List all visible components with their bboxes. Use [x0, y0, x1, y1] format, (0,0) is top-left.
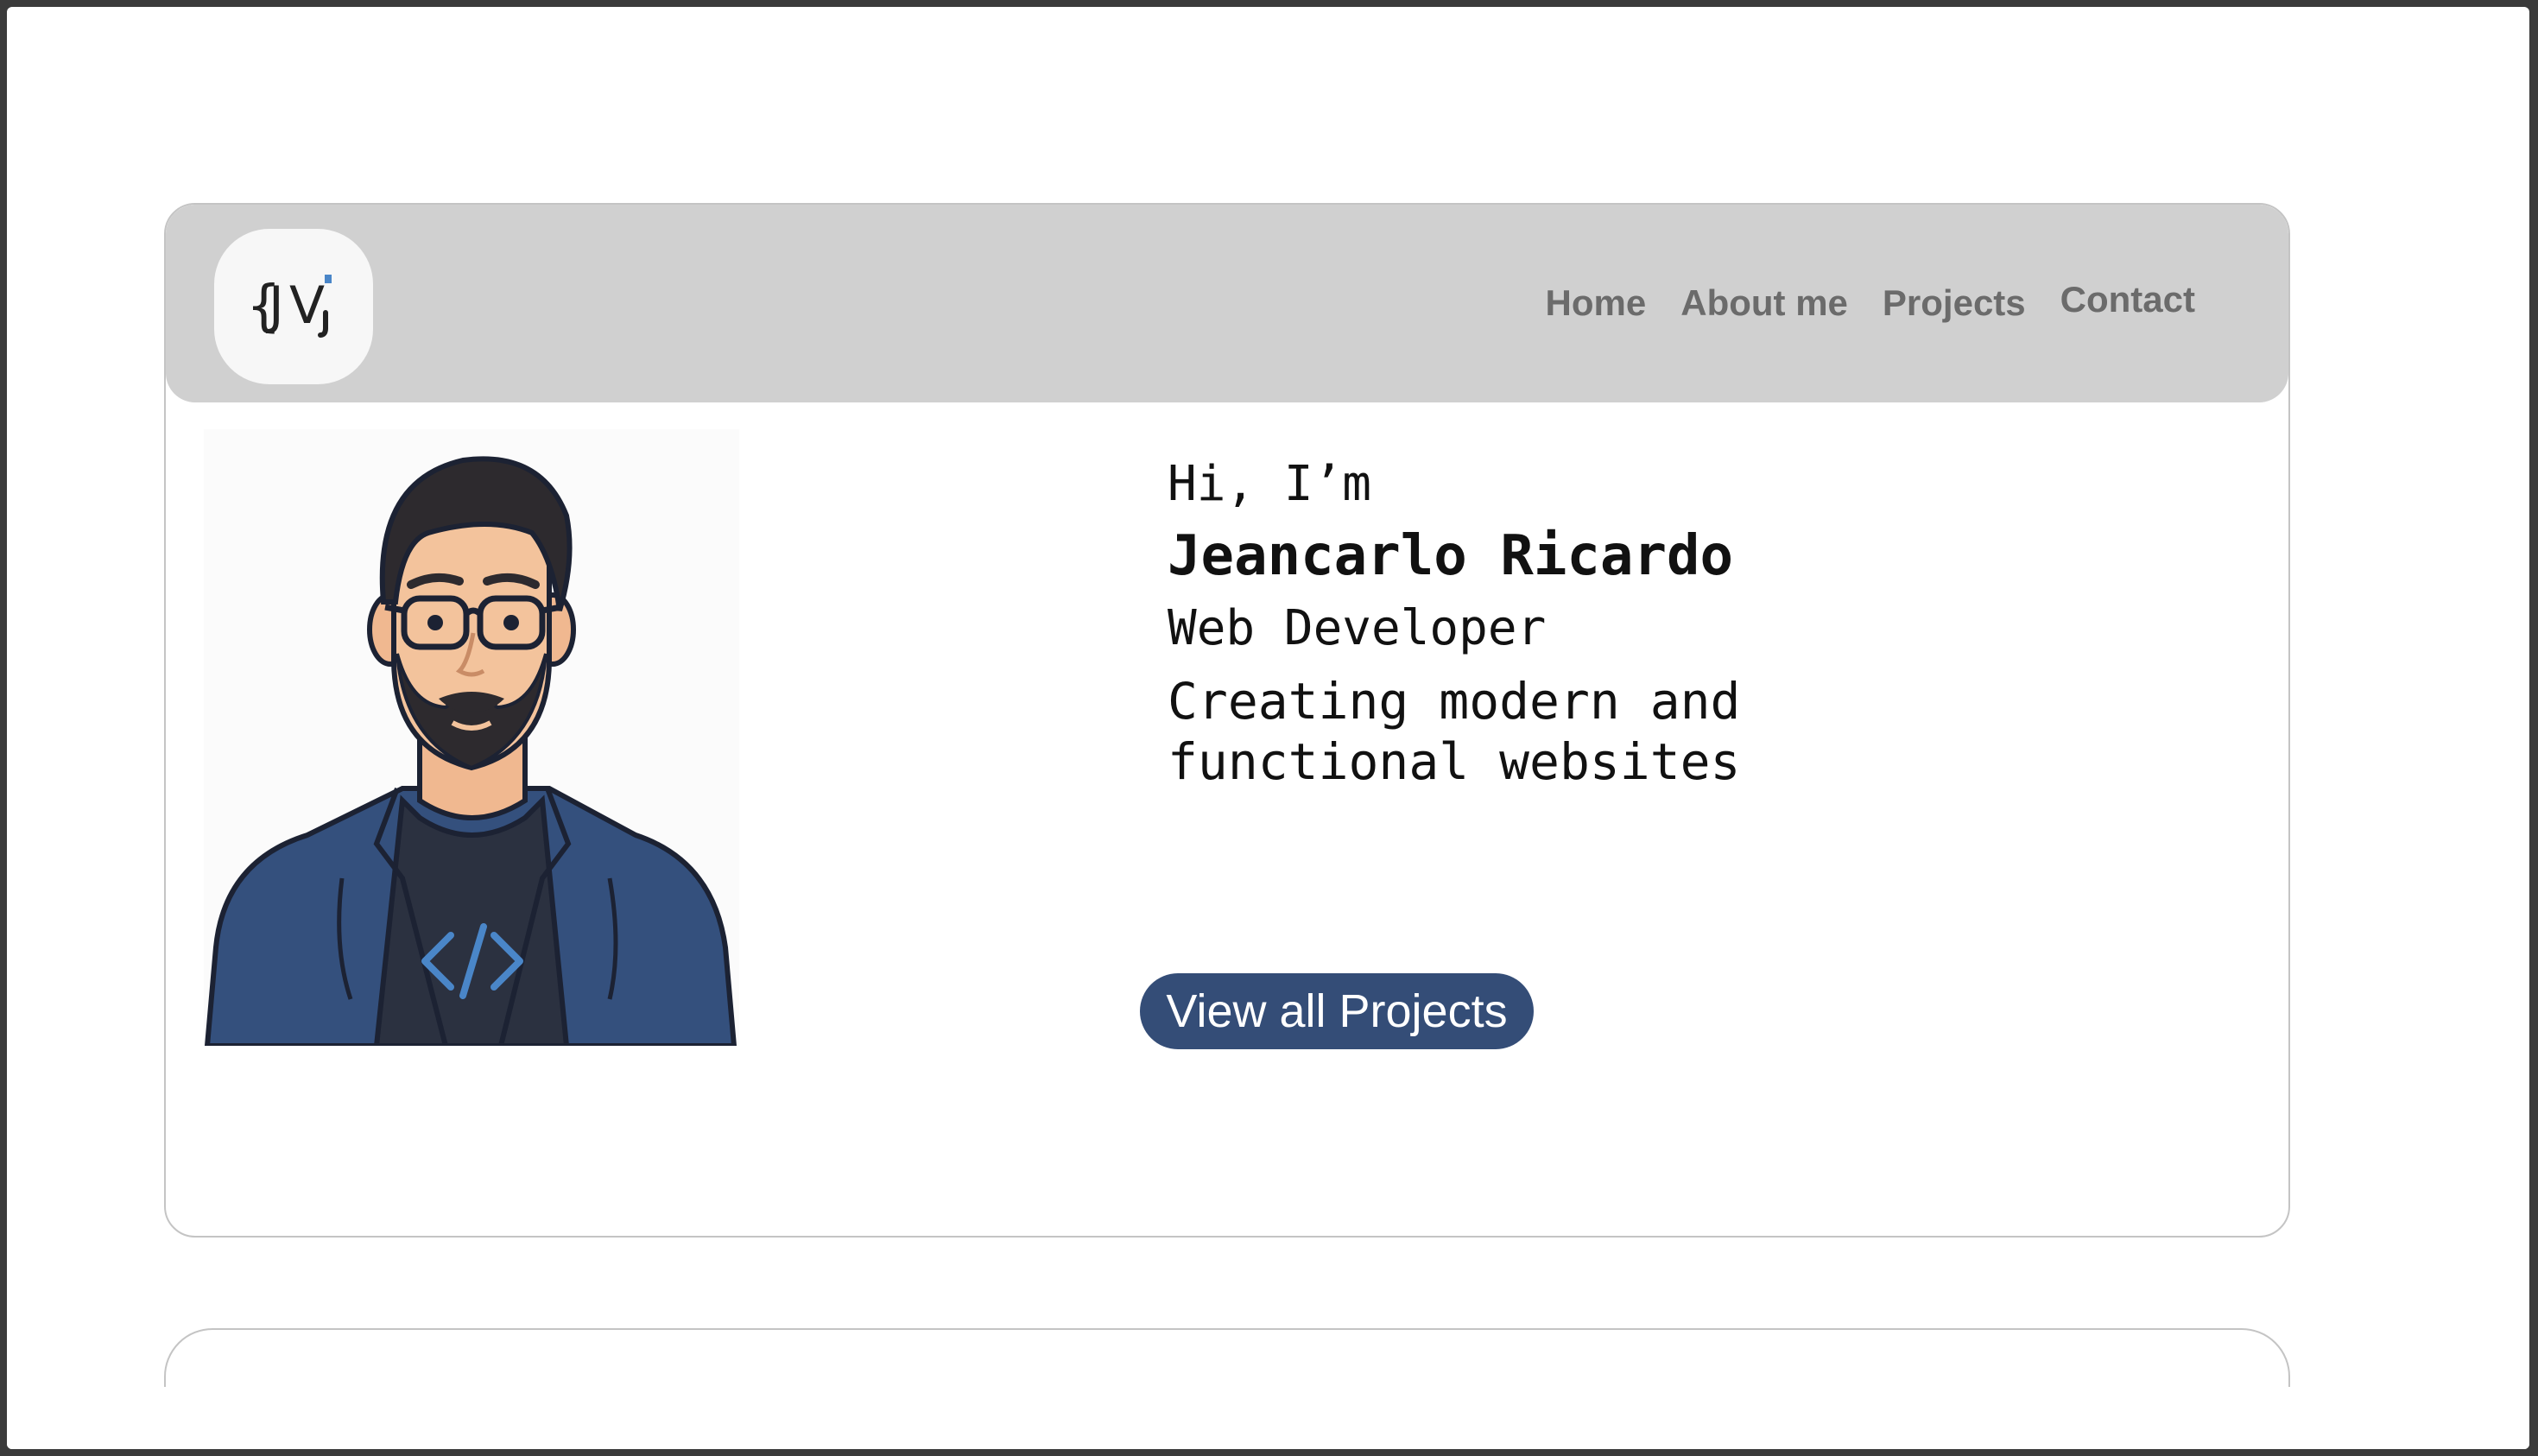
hero-name: Jeancarlo Ricardo — [1168, 524, 1734, 588]
hero-role: Web Developer — [1168, 600, 1547, 657]
hero-text: Hi, I’m Jeancarlo Ricardo Web Developer … — [1168, 460, 1824, 792]
nav-contact[interactable]: Contact — [2060, 279, 2195, 320]
logo-button[interactable]: { J V {JV} — [214, 229, 373, 384]
view-all-projects-button[interactable]: View all Projects — [1140, 973, 1534, 1049]
nav-projects[interactable]: Projects — [1883, 282, 2026, 324]
main-nav: Home About me Projects Contact — [1546, 279, 2195, 324]
svg-text:J: J — [265, 275, 284, 336]
developer-avatar — [204, 429, 739, 1048]
nav-about-me[interactable]: About me — [1680, 282, 1848, 324]
browser-window: { J V {JV} Home About me Projects Contac… — [7, 7, 2529, 1449]
hero-greeting: Hi, I’m — [1168, 456, 1372, 512]
nav-home[interactable]: Home — [1546, 282, 1647, 324]
logo-icon: { J V — [246, 275, 332, 339]
viewport-bottom — [7, 1387, 2529, 1449]
hero-card: { J V {JV} Home About me Projects Contac… — [164, 203, 2290, 1238]
hero-tagline: Creating modern and functional websites — [1168, 672, 1741, 791]
navbar: { J V {JV} Home About me Projects Contac… — [166, 205, 2288, 402]
svg-text:V: V — [289, 275, 325, 336]
